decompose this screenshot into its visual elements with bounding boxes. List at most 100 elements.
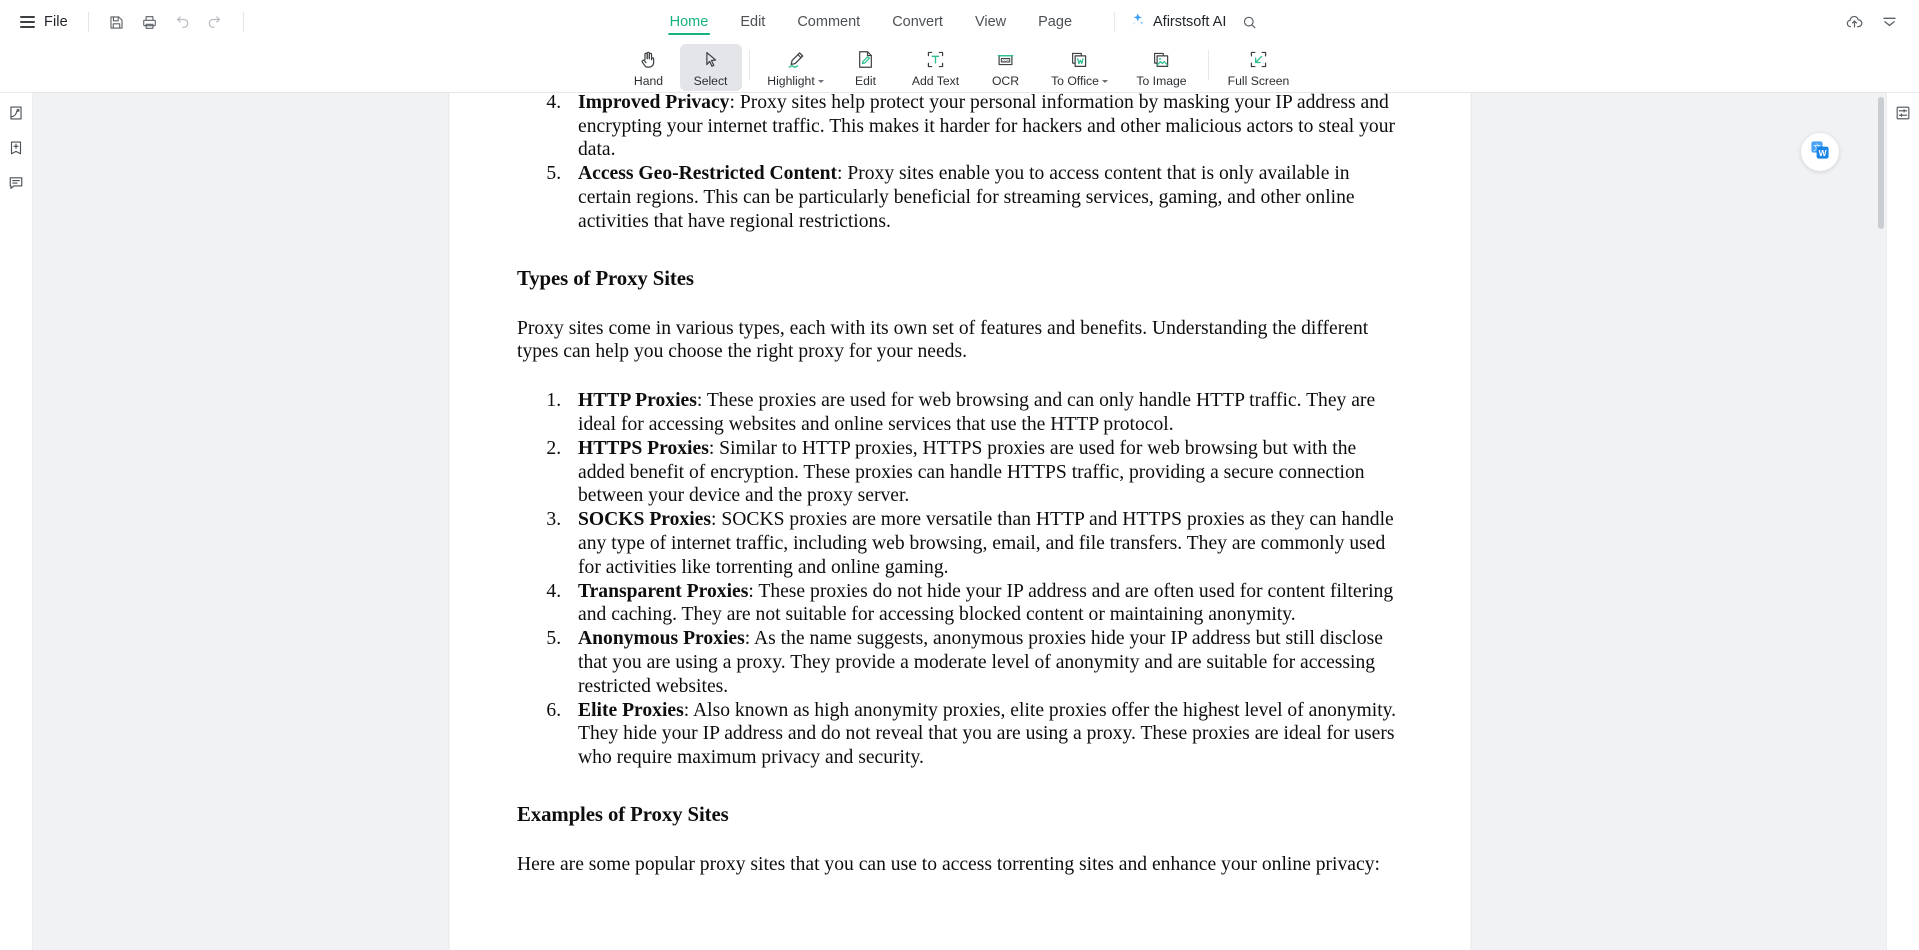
list-item-term: SOCKS Proxies [578, 509, 711, 531]
save-button[interactable] [101, 7, 132, 38]
chevron-up-collapse-icon [1880, 13, 1899, 32]
tool-full-screen[interactable]: Full Screen [1216, 44, 1302, 91]
list-item: SOCKS Proxies: SOCKS proxies are more ve… [566, 508, 1402, 579]
tool-edit-label: Edit [854, 74, 876, 88]
ai-button-label: Afirstsoft AI [1153, 14, 1227, 30]
tool-to-office[interactable]: To Office [1037, 44, 1123, 91]
list-item: Transparent Proxies: These proxies do no… [566, 580, 1402, 628]
list-item-term: Anonymous Proxies [578, 628, 745, 650]
svg-text:OCR: OCR [1002, 58, 1009, 62]
tool-full-screen-label: Full Screen [1227, 74, 1290, 88]
search-button[interactable] [1234, 7, 1265, 38]
tool-highlight[interactable]: Highlight [757, 44, 835, 91]
tool-ocr-label: OCR [991, 74, 1020, 88]
ribbon-divider-2 [1207, 50, 1209, 80]
svg-text:W: W [1819, 148, 1827, 158]
pdf-page[interactable]: malicious attacks. Improved Privacy: Pro… [449, 93, 1470, 950]
intro-paragraph-examples: Here are some popular proxy sites that y… [517, 853, 1380, 875]
chevron-down-icon[interactable] [817, 80, 824, 83]
list-item: Improved Privacy: Proxy sites help prote… [566, 93, 1402, 162]
menubar-divider-3 [1114, 12, 1116, 32]
list-item-term: Elite Proxies [578, 699, 684, 721]
ribbon-toolbar: Hand Select Highlight Edit Add Text OCR … [0, 44, 1919, 92]
undo-arrow-icon [173, 13, 191, 31]
redo-button[interactable] [200, 7, 231, 38]
highlighter-pen-icon [785, 48, 807, 71]
list-item-desc: : These proxies are used for web browsin… [578, 390, 1376, 435]
tool-hand-label: Hand [633, 74, 664, 88]
list-item-term: Transparent Proxies [578, 580, 749, 602]
tool-to-image-label: To Image [1136, 74, 1187, 88]
search-icon [1241, 14, 1258, 31]
document-canvas[interactable]: malicious attacks. Improved Privacy: Pro… [33, 92, 1886, 950]
to-office-word-icon [1069, 48, 1090, 71]
translate-document-button[interactable]: 文 W [1801, 133, 1839, 171]
vertical-scrollbar-thumb[interactable] [1878, 97, 1884, 229]
edit-document-icon [855, 48, 876, 71]
comment-bubble-icon [7, 174, 25, 197]
tool-to-office-label: To Office [1051, 74, 1099, 88]
thumbnail-panel-button[interactable] [3, 102, 30, 129]
ribbon-tabs: Home Edit Comment Convert View Page Afir… [654, 0, 1266, 44]
document-content: malicious attacks. Improved Privacy: Pro… [449, 93, 1470, 877]
page-thumbnail-icon [7, 104, 25, 127]
benefits-list: Improved Privacy: Proxy sites help prote… [517, 93, 1402, 234]
collapse-ribbon-button[interactable] [1874, 7, 1905, 38]
ribbon-tool-group: Hand Select Highlight Edit Add Text OCR … [618, 44, 1302, 91]
list-item-desc: : Also known as high anonymity proxies, … [578, 699, 1397, 769]
full-screen-icon [1248, 48, 1269, 71]
redo-arrow-icon [206, 13, 224, 31]
menubar-left-group: File [14, 7, 254, 38]
tab-view[interactable]: View [959, 0, 1022, 44]
save-document-icon [108, 14, 125, 31]
cloud-upload-icon [1845, 13, 1864, 32]
tool-to-image[interactable]: To Image [1123, 44, 1201, 91]
tool-edit[interactable]: Edit [835, 44, 897, 91]
tab-page[interactable]: Page [1022, 0, 1088, 44]
file-menu-button[interactable]: File [42, 14, 76, 30]
hand-icon [638, 48, 659, 71]
tool-add-text[interactable]: Add Text [897, 44, 975, 91]
cloud-upload-button[interactable] [1839, 7, 1870, 38]
tab-edit[interactable]: Edit [724, 0, 781, 44]
ocr-icon: OCR [995, 48, 1016, 71]
printer-icon [141, 14, 158, 31]
menubar-divider-1 [87, 12, 89, 32]
list-item-term: Access Geo-Restricted Content [578, 163, 837, 185]
undo-button[interactable] [167, 7, 198, 38]
afirstsoft-ai-button[interactable]: Afirstsoft AI [1125, 11, 1232, 33]
print-button[interactable] [134, 7, 165, 38]
ai-sparkle-icon [1129, 11, 1146, 33]
list-item-term: HTTP Proxies [578, 390, 697, 412]
bookmark-add-button[interactable] [3, 137, 30, 164]
cursor-arrow-icon [700, 48, 721, 71]
top-menu-bar: File Home Edit Comment Convert View Page… [0, 0, 1919, 44]
bookmark-plus-icon [7, 139, 25, 162]
sliders-settings-icon [1894, 104, 1912, 127]
list-item: HTTP Proxies: These proxies are used for… [566, 389, 1402, 437]
to-image-icon [1151, 48, 1172, 71]
menubar-right-group [1839, 0, 1905, 44]
list-item-term: Improved Privacy [578, 93, 730, 113]
hamburger-menu-icon[interactable] [14, 7, 40, 37]
left-sidebar-rail [0, 92, 33, 950]
page-scroll-area[interactable]: malicious attacks. Improved Privacy: Pro… [33, 93, 1886, 950]
proxy-types-list: HTTP Proxies: These proxies are used for… [517, 389, 1402, 770]
tool-ocr[interactable]: OCR OCR [975, 44, 1037, 91]
comment-panel-button[interactable] [3, 172, 30, 199]
tab-home[interactable]: Home [654, 0, 725, 44]
tool-add-text-label: Add Text [911, 74, 960, 88]
tab-convert[interactable]: Convert [876, 0, 959, 44]
chevron-down-icon[interactable] [1101, 80, 1108, 83]
list-item-term: HTTPS Proxies [578, 437, 709, 459]
tab-comment[interactable]: Comment [781, 0, 876, 44]
tool-hand[interactable]: Hand [618, 44, 680, 91]
workspace: malicious attacks. Improved Privacy: Pro… [0, 92, 1919, 950]
properties-panel-button[interactable] [1890, 102, 1917, 129]
tool-select[interactable]: Select [679, 44, 742, 91]
menubar-divider-2 [242, 12, 244, 32]
